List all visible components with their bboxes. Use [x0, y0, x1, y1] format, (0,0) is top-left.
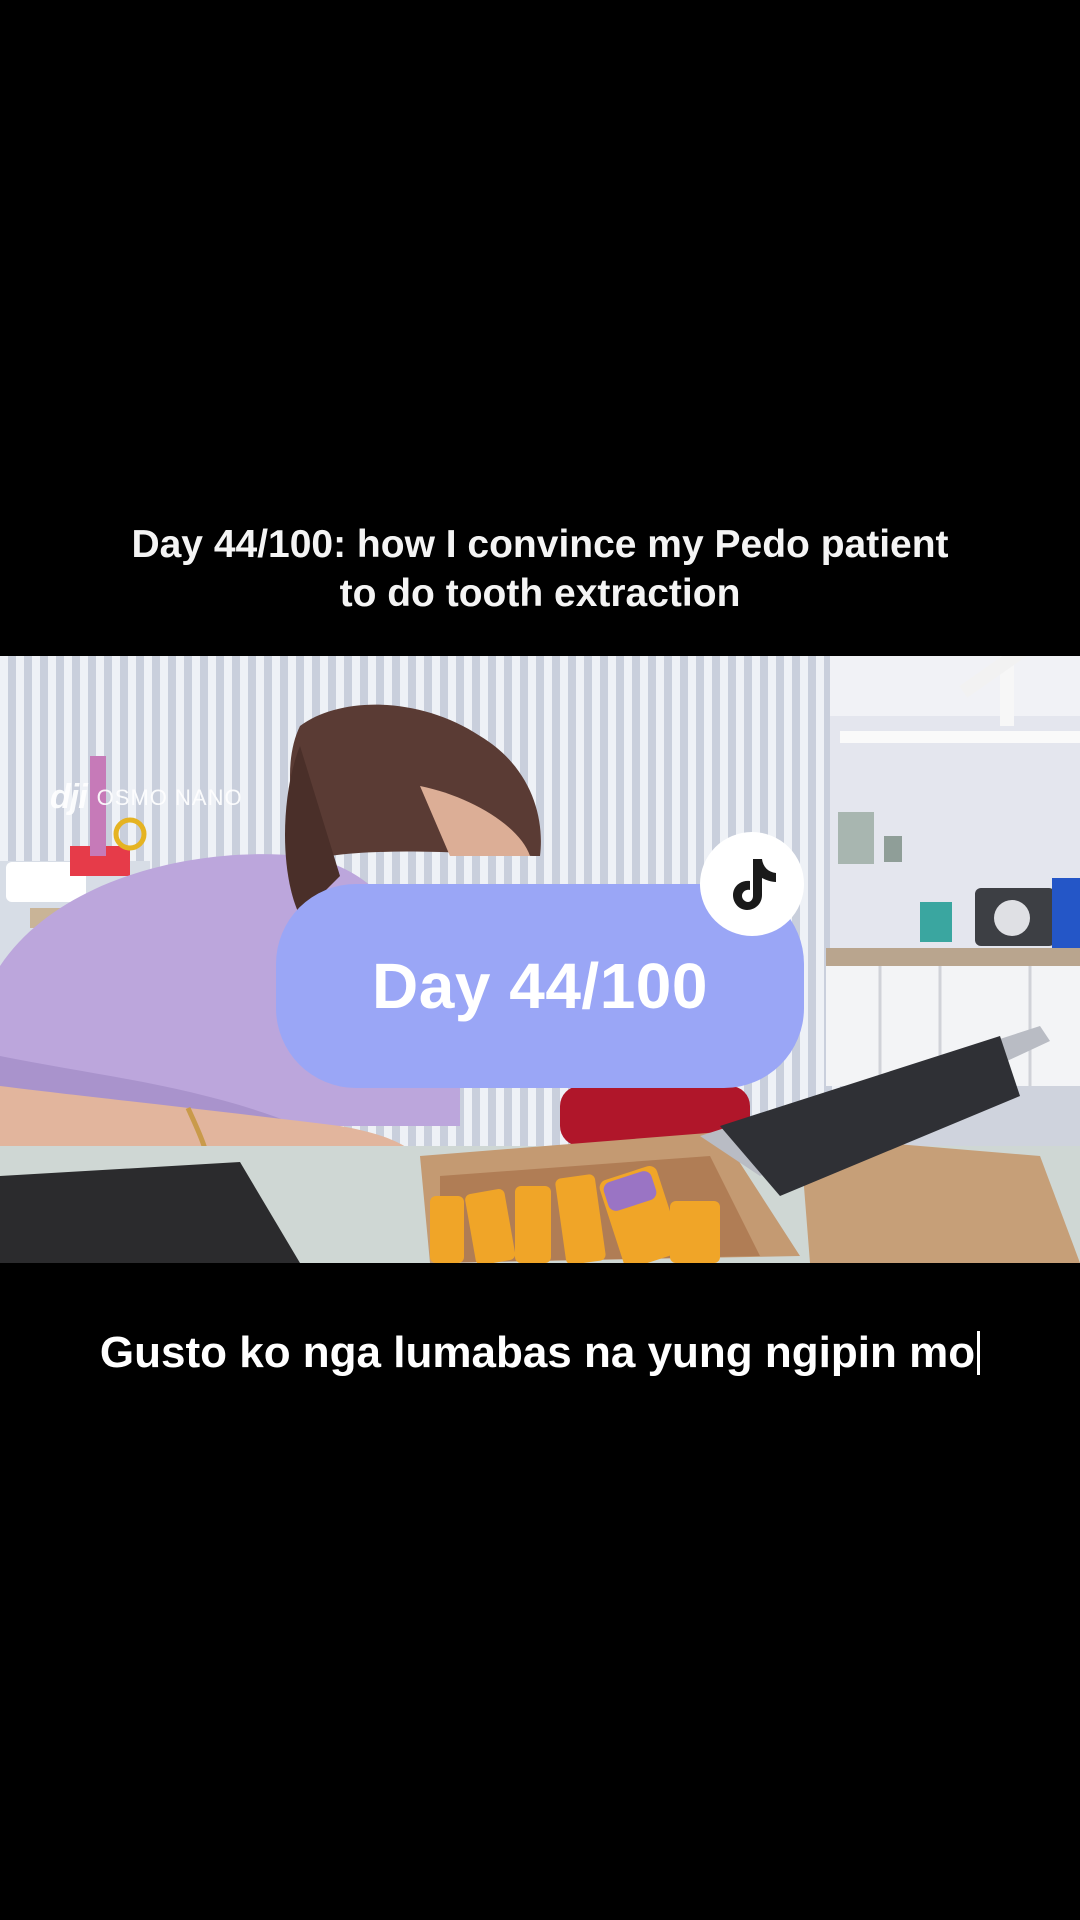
subtitle-caption: Gusto ko nga lumabas na yung ngipin mo [0, 1328, 1080, 1378]
video-title: Day 44/100: how I convince my Pedo patie… [0, 520, 1080, 618]
camera-watermark: dji OSMO NANO [50, 778, 243, 817]
watermark-brand: dji [50, 778, 88, 816]
watermark-model: OSMO NANO [96, 784, 243, 810]
day-counter-text: Day 44/100 [372, 950, 708, 1022]
subtitle-text: Gusto ko nga lumabas na yung ngipin mo [99, 1328, 976, 1377]
tiktok-glyph [733, 859, 776, 910]
video-title-line-1: Day 44/100: how I convince my Pedo patie… [131, 523, 949, 566]
text-cursor [977, 1331, 981, 1375]
tiktok-icon [700, 832, 804, 936]
video-title-line-2: to do tooth extraction [339, 572, 741, 615]
video-frame[interactable]: dji OSMO NANO Day 44/100 [0, 656, 1080, 1263]
